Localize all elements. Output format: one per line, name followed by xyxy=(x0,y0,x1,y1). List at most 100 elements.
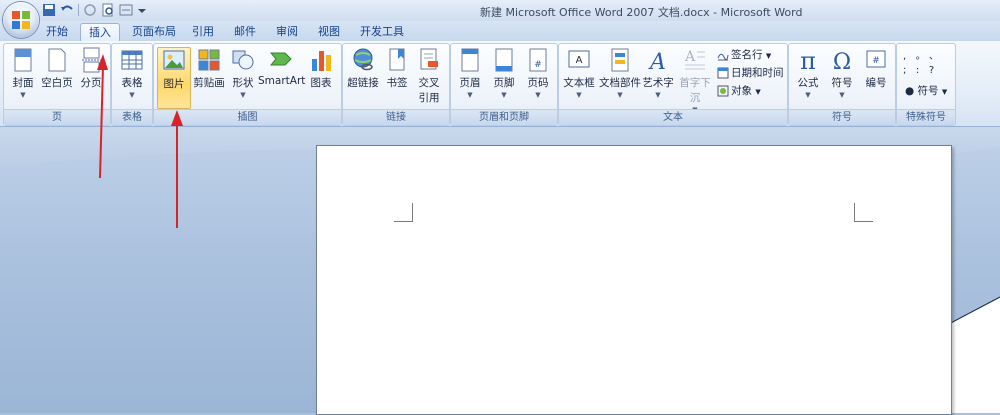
shapes-button[interactable]: 形状 ▼ xyxy=(228,47,258,99)
chevron-down-icon: ▼ xyxy=(240,91,246,99)
chart-icon xyxy=(312,51,331,71)
period-symbol[interactable]: 。 xyxy=(916,51,926,62)
undo-icon[interactable] xyxy=(60,3,74,17)
chevron-down-icon: ▼ xyxy=(941,88,948,96)
date-time-button[interactable]: 日期和时间 xyxy=(717,66,784,81)
chevron-down-icon: ▼ xyxy=(755,88,761,96)
svg-text:A: A xyxy=(648,50,666,73)
wordart-icon: A xyxy=(648,50,666,73)
clip-art-button[interactable]: 剪贴画 xyxy=(192,47,226,90)
cross-reference-button[interactable]: 交叉 引用 xyxy=(413,47,445,105)
chevron-down-icon: ▼ xyxy=(765,52,772,60)
tab-insert[interactable]: 插入 xyxy=(80,23,120,42)
comma-symbol[interactable]: , xyxy=(903,51,906,62)
page-break-button[interactable]: 分页 xyxy=(76,47,106,90)
omega-icon: Ω xyxy=(833,50,851,73)
text-box-button[interactable]: A 文本框 ▼ xyxy=(561,47,597,99)
svg-text:A: A xyxy=(684,49,696,65)
hyperlink-icon xyxy=(353,48,373,71)
window-title: 新建 Microsoft Office Word 2007 文档.docx - … xyxy=(480,6,803,19)
svg-text:Ω: Ω xyxy=(833,50,851,73)
office-button[interactable] xyxy=(3,2,39,38)
smartart-button[interactable]: SmartArt xyxy=(258,47,305,87)
save-icon[interactable] xyxy=(42,3,56,17)
customize-qat-icon[interactable] xyxy=(137,3,147,17)
print-preview-icon[interactable] xyxy=(101,3,115,17)
page-break-icon xyxy=(82,47,101,73)
object-icon xyxy=(717,85,729,97)
caesura-symbol[interactable]: 、 xyxy=(929,51,939,62)
group-label-symbols: 符号 xyxy=(789,109,895,125)
quick-parts-button[interactable]: 文档部件 ▼ xyxy=(599,47,641,99)
table-label: 表格 xyxy=(121,77,143,89)
group-label-illustrations: 插图 xyxy=(154,109,341,125)
chart-button[interactable]: 图表 xyxy=(305,47,337,90)
table-icon xyxy=(121,50,143,70)
tab-home[interactable]: 开始 xyxy=(38,23,76,41)
colon-symbol[interactable]: : xyxy=(916,65,919,76)
chevron-down-icon: ▼ xyxy=(129,91,135,99)
group-illustrations: 图片 剪贴画 形状 ▼ SmartArt 图表 插图 xyxy=(153,43,342,126)
cover-page-label: 封面 xyxy=(12,77,34,89)
blank-page-button[interactable]: 空白页 xyxy=(40,47,74,90)
group-header-footer: 页眉 ▼ 页脚 ▼ # 页码 ▼ 页眉和页脚 xyxy=(450,43,558,126)
signature-line-icon xyxy=(717,53,729,61)
chevron-down-icon: ▼ xyxy=(576,91,582,99)
tab-view[interactable]: 视图 xyxy=(310,23,348,41)
svg-text:π: π xyxy=(800,47,816,73)
equation-label: 公式 xyxy=(797,77,819,89)
tab-mailings[interactable]: 邮件 xyxy=(226,23,264,41)
object-button[interactable]: 对象 ▼ xyxy=(717,84,761,99)
footer-button[interactable]: 页脚 ▼ xyxy=(489,47,519,99)
table-button[interactable]: 表格 ▼ xyxy=(117,47,147,99)
format-icon[interactable] xyxy=(119,3,133,17)
signature-line-button[interactable]: 签名行 ▼ xyxy=(717,48,771,63)
bookmark-icon xyxy=(389,48,405,71)
wordart-label: 艺术字 xyxy=(642,77,674,89)
chevron-down-icon: ▼ xyxy=(467,91,473,99)
signature-line-label: 签名行 xyxy=(731,49,763,61)
symbol-label: 符号 xyxy=(831,77,853,89)
bookmark-label: 书签 xyxy=(386,77,408,89)
tab-references[interactable]: 引用 xyxy=(184,23,222,41)
chevron-down-icon: ▼ xyxy=(839,91,845,99)
title-bar: 新建 Microsoft Office Word 2007 文档.docx - … xyxy=(0,0,1000,38)
header-button[interactable]: 页眉 ▼ xyxy=(455,47,485,99)
tab-review[interactable]: 审阅 xyxy=(268,23,306,41)
bookmark-button[interactable]: 书签 xyxy=(383,47,411,90)
ribbon: 封面 ▼ 空白页 分页 页 表格 ▼ 表格 图片 剪贴画 形状 ▼ SmartA… xyxy=(0,41,1000,127)
date-time-label: 日期和时间 xyxy=(731,67,784,79)
drop-cap-label: 首字下沉 xyxy=(679,77,711,104)
svg-text:A: A xyxy=(576,55,583,66)
object-label: 对象 xyxy=(731,85,752,97)
text-box-icon: A xyxy=(568,50,590,68)
tab-page-layout[interactable]: 页面布局 xyxy=(124,23,184,41)
header-label: 页眉 xyxy=(459,77,481,89)
hyperlink-button[interactable]: 超链接 xyxy=(345,47,381,90)
cross-reference-label-line1: 交叉 xyxy=(418,77,440,89)
drop-cap-button[interactable]: A 首字下沉 ▼ xyxy=(675,47,715,114)
semicolon-symbol[interactable]: ; xyxy=(903,65,906,76)
numbering-button[interactable]: # 编号 xyxy=(861,47,891,90)
page-break-label: 分页 xyxy=(80,77,102,89)
symbol-button[interactable]: Ω 符号 ▼ xyxy=(827,47,857,99)
chevron-down-icon: ▼ xyxy=(501,91,507,99)
special-symbols-grid[interactable]: , 。 、 ; : ? xyxy=(903,50,951,78)
picture-button[interactable]: 图片 xyxy=(157,47,191,109)
tab-developer[interactable]: 开发工具 xyxy=(352,23,412,41)
equation-button[interactable]: π 公式 ▼ xyxy=(793,47,823,99)
wordart-button[interactable]: A 艺术字 ▼ xyxy=(641,47,675,99)
footer-label: 页脚 xyxy=(493,77,515,89)
svg-text:#: # xyxy=(872,56,880,66)
document-page[interactable] xyxy=(316,145,952,415)
question-symbol[interactable]: ? xyxy=(929,65,934,76)
special-symbol-button[interactable]: ● 符号 ▼ xyxy=(905,84,947,99)
group-label-pages: 页 xyxy=(4,109,110,125)
page-number-button[interactable]: # 页码 ▼ xyxy=(523,47,553,99)
drop-cap-icon: A xyxy=(684,49,705,70)
chevron-down-icon: ▼ xyxy=(535,91,541,99)
qat-divider xyxy=(78,4,79,16)
cover-page-button[interactable]: 封面 ▼ xyxy=(8,47,38,99)
redo-icon[interactable] xyxy=(83,3,97,17)
chevron-down-icon: ▼ xyxy=(617,91,623,99)
